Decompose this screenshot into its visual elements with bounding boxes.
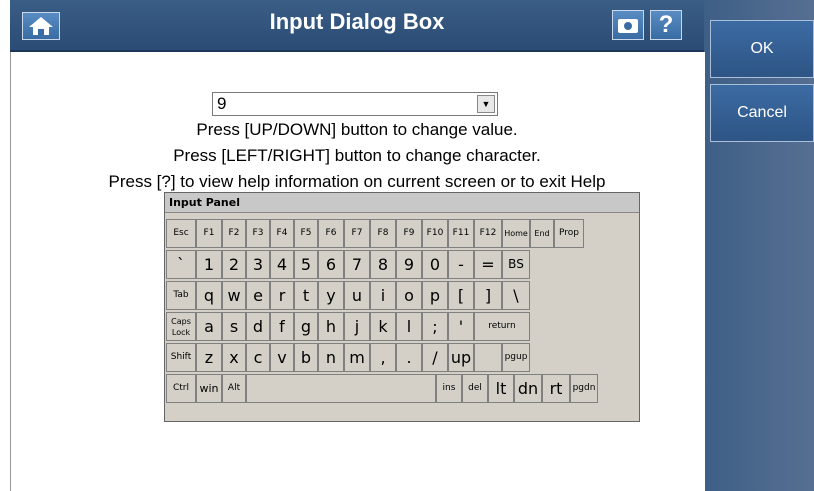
key-backspace[interactable]: BS — [502, 250, 530, 279]
key-u[interactable]: u — [344, 281, 370, 310]
key-q[interactable]: q — [196, 281, 222, 310]
key-c[interactable]: c — [246, 343, 270, 372]
key-o[interactable]: o — [396, 281, 422, 310]
camera-icon — [618, 19, 638, 33]
input-panel: Input Panel Esc F1 F2 F3 F4 F5 F6 F7 F8 … — [164, 192, 640, 422]
key-end[interactable]: End — [530, 219, 554, 248]
key-3[interactable]: 3 — [246, 250, 270, 279]
key-f1[interactable]: F1 — [196, 219, 222, 248]
key-x[interactable]: x — [222, 343, 246, 372]
key-prop[interactable]: Prop — [554, 219, 584, 248]
ok-button[interactable]: OK — [710, 20, 814, 78]
key-f7[interactable]: F7 — [344, 219, 370, 248]
title-bar: Input Dialog Box ? — [10, 0, 704, 52]
key-0[interactable]: 0 — [422, 250, 448, 279]
key-f2[interactable]: F2 — [222, 219, 246, 248]
instruction-line-2: Press [LEFT/RIGHT] button to change char… — [173, 146, 541, 165]
key-right[interactable]: rt — [542, 374, 570, 403]
key-pgdn[interactable]: pgdn — [570, 374, 598, 403]
key-f10[interactable]: F10 — [422, 219, 448, 248]
key-a[interactable]: a — [196, 312, 222, 341]
key-5[interactable]: 5 — [294, 250, 318, 279]
value-dropdown[interactable]: 9 ▼ — [212, 92, 498, 116]
key-win[interactable]: win — [196, 374, 222, 403]
key-semicolon[interactable]: ; — [422, 312, 448, 341]
dropdown-value: 9 — [217, 94, 227, 113]
help-button[interactable]: ? — [650, 10, 682, 40]
key-pgup[interactable]: pgup — [502, 343, 530, 372]
key-caps-lock[interactable]: Caps Lock — [166, 312, 196, 341]
key-w[interactable]: w — [222, 281, 246, 310]
camera-button[interactable] — [612, 10, 644, 40]
key-f9[interactable]: F9 — [396, 219, 422, 248]
key-f6[interactable]: F6 — [318, 219, 344, 248]
key-equals[interactable]: = — [474, 250, 502, 279]
key-9[interactable]: 9 — [396, 250, 422, 279]
key-quote[interactable]: ' — [448, 312, 474, 341]
chevron-down-icon[interactable]: ▼ — [477, 95, 495, 113]
key-v[interactable]: v — [270, 343, 294, 372]
key-tab[interactable]: Tab — [166, 281, 196, 310]
key-4[interactable]: 4 — [270, 250, 294, 279]
key-f[interactable]: f — [270, 312, 294, 341]
key-del[interactable]: del — [462, 374, 488, 403]
instruction-line-3: Press [?] to view help information on cu… — [108, 172, 606, 191]
key-s[interactable]: s — [222, 312, 246, 341]
key-l[interactable]: l — [396, 312, 422, 341]
cancel-button[interactable]: Cancel — [710, 84, 814, 142]
key-f3[interactable]: F3 — [246, 219, 270, 248]
key-ins[interactable]: ins — [436, 374, 462, 403]
key-f4[interactable]: F4 — [270, 219, 294, 248]
key-return[interactable]: return — [474, 312, 530, 341]
key-1[interactable]: 1 — [196, 250, 222, 279]
key-h[interactable]: h — [318, 312, 344, 341]
home-icon — [29, 17, 53, 35]
key-g[interactable]: g — [294, 312, 318, 341]
key-k[interactable]: k — [370, 312, 396, 341]
key-shift[interactable]: Shift — [166, 343, 196, 372]
key-space[interactable] — [246, 374, 436, 403]
key-backslash[interactable]: \ — [502, 281, 530, 310]
key-f11[interactable]: F11 — [448, 219, 474, 248]
key-slash[interactable]: / — [422, 343, 448, 372]
key-left[interactable]: lt — [488, 374, 514, 403]
key-f5[interactable]: F5 — [294, 219, 318, 248]
key-alt[interactable]: Alt — [222, 374, 246, 403]
key-2[interactable]: 2 — [222, 250, 246, 279]
key-f12[interactable]: F12 — [474, 219, 502, 248]
key-f8[interactable]: F8 — [370, 219, 396, 248]
key-6[interactable]: 6 — [318, 250, 344, 279]
key-home[interactable]: Home — [502, 219, 530, 248]
key-minus[interactable]: - — [448, 250, 474, 279]
left-border — [0, 0, 10, 491]
key-y[interactable]: y — [318, 281, 344, 310]
key-i[interactable]: i — [370, 281, 396, 310]
key-period[interactable]: . — [396, 343, 422, 372]
home-button[interactable] — [22, 12, 60, 40]
instruction-line-1: Press [UP/DOWN] button to change value. — [196, 120, 518, 139]
key-n[interactable]: n — [318, 343, 344, 372]
key-up[interactable]: up — [448, 343, 474, 372]
key-left-bracket[interactable]: [ — [448, 281, 474, 310]
key-j[interactable]: j — [344, 312, 370, 341]
key-m[interactable]: m — [344, 343, 370, 372]
dialog-title: Input Dialog Box — [269, 9, 445, 34]
key-esc[interactable]: Esc — [166, 219, 196, 248]
key-down[interactable]: dn — [514, 374, 542, 403]
key-d[interactable]: d — [246, 312, 270, 341]
key-r[interactable]: r — [270, 281, 294, 310]
key-blank[interactable] — [474, 343, 502, 372]
key-right-bracket[interactable]: ] — [474, 281, 502, 310]
key-ctrl[interactable]: Ctrl — [166, 374, 196, 403]
key-7[interactable]: 7 — [344, 250, 370, 279]
input-panel-title: Input Panel — [165, 193, 639, 213]
key-p[interactable]: p — [422, 281, 448, 310]
key-z[interactable]: z — [196, 343, 222, 372]
key-t[interactable]: t — [294, 281, 318, 310]
key-8[interactable]: 8 — [370, 250, 396, 279]
key-backtick[interactable]: ` — [166, 250, 196, 279]
key-comma[interactable]: , — [370, 343, 396, 372]
key-e[interactable]: e — [246, 281, 270, 310]
key-b[interactable]: b — [294, 343, 318, 372]
